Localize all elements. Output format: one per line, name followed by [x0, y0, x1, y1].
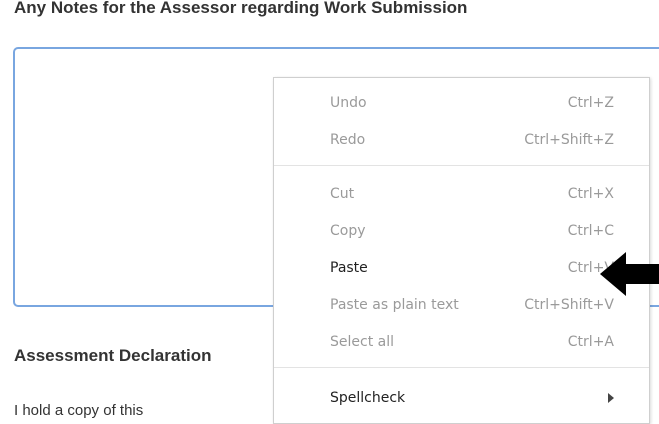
menu-item-label: Copy [330, 223, 366, 239]
menu-item-shortcut: Ctrl+C [567, 223, 614, 239]
menu-item-select-all[interactable]: Select all Ctrl+A [330, 327, 614, 357]
context-menu: Undo Ctrl+Z Redo Ctrl+Shift+Z Cut Ctrl+X… [273, 77, 650, 424]
menu-item-label: Undo [330, 95, 367, 111]
menu-item-shortcut: Ctrl+Shift+V [524, 297, 614, 313]
menu-item-label: Paste as plain text [330, 297, 459, 313]
menu-separator [274, 165, 649, 166]
menu-item-shortcut: Ctrl+A [567, 334, 614, 350]
menu-separator [274, 367, 649, 368]
chevron-right-icon [608, 393, 614, 403]
menu-item-redo[interactable]: Redo Ctrl+Shift+Z [330, 125, 614, 155]
menu-item-shortcut: Ctrl+Z [567, 95, 614, 111]
menu-item-label: Spellcheck [330, 390, 406, 406]
black-left-arrow-icon [600, 252, 659, 296]
menu-item-label: Paste [330, 260, 368, 276]
declaration-text: I hold a copy of this [14, 402, 144, 419]
menu-item-label: Cut [330, 186, 355, 202]
menu-item-undo[interactable]: Undo Ctrl+Z [330, 88, 614, 118]
menu-item-paste-plain-text[interactable]: Paste as plain text Ctrl+Shift+V [330, 290, 614, 320]
notes-heading: Any Notes for the Assessor regarding Wor… [14, 0, 468, 17]
assessment-declaration-heading: Assessment Declaration [14, 346, 212, 365]
menu-item-cut[interactable]: Cut Ctrl+X [330, 179, 614, 209]
menu-item-spellcheck[interactable]: Spellcheck [330, 383, 614, 413]
menu-item-label: Select all [330, 334, 394, 350]
menu-item-label: Redo [330, 132, 366, 148]
menu-item-copy[interactable]: Copy Ctrl+C [330, 216, 614, 246]
menu-item-shortcut: Ctrl+X [567, 186, 614, 202]
menu-item-paste[interactable]: Paste Ctrl+V [330, 253, 614, 283]
menu-item-shortcut: Ctrl+Shift+Z [524, 132, 614, 148]
